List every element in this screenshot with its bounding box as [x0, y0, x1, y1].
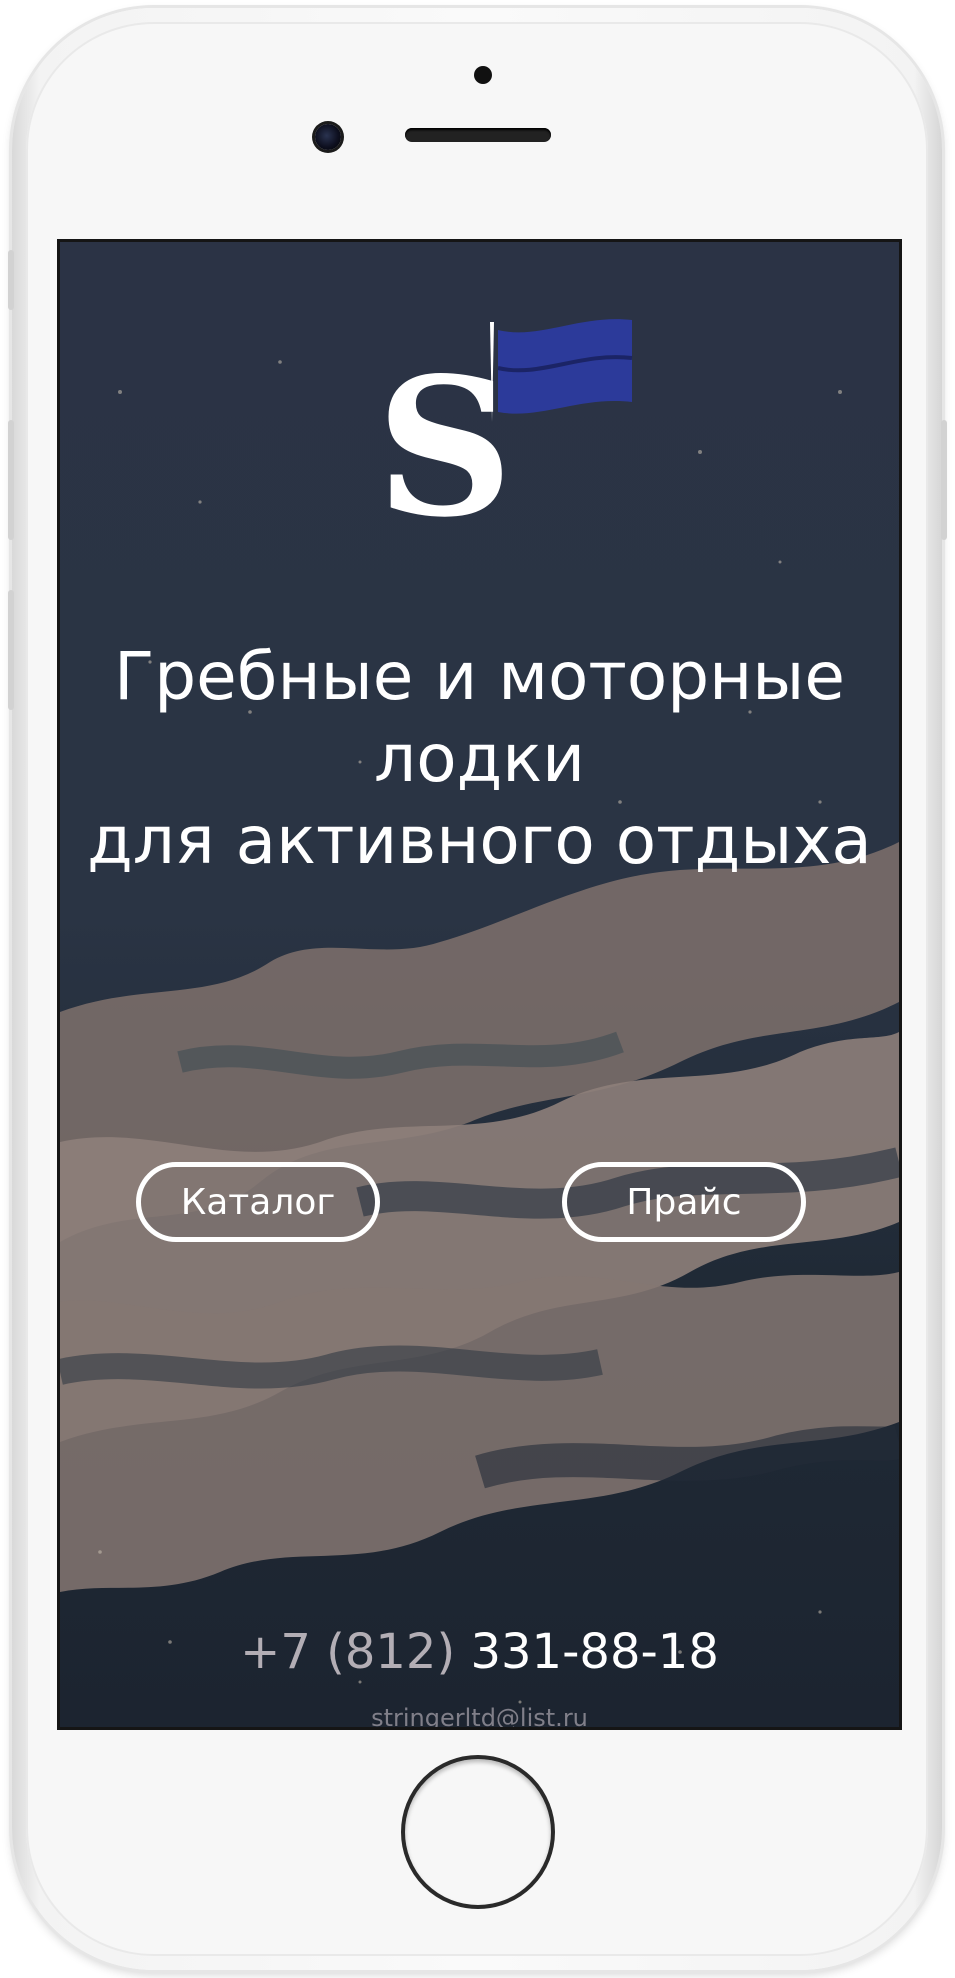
phone-prefix: +7 (812) [240, 1624, 456, 1680]
headline-line-1: Гребные и моторные [114, 638, 845, 716]
stringer-flag-logo: S [380, 319, 633, 522]
price-button[interactable]: Прайс [562, 1162, 806, 1242]
hero-headline: Гребные и моторные лодки для активного о… [60, 636, 899, 882]
volume-down-button [8, 590, 14, 710]
proximity-sensor [474, 66, 492, 84]
svg-text:S: S [380, 336, 513, 522]
mute-switch [8, 250, 14, 310]
power-button [941, 420, 947, 540]
phone-screen: S Гребные и моторные лодки для активного… [60, 242, 899, 1727]
home-button[interactable] [401, 1755, 555, 1909]
phone-main: 331-88-18 [470, 1624, 719, 1680]
front-camera [315, 124, 341, 150]
contact-phone-link[interactable]: +7 (812) 331-88-18 [60, 1624, 899, 1680]
contact-email-link[interactable]: stringerltd@list.ru [60, 1704, 899, 1727]
headline-line-3: для активного отдыха [87, 802, 872, 880]
catalog-button[interactable]: Каталог [136, 1162, 380, 1242]
volume-up-button [8, 420, 14, 540]
headline-line-2: лодки [374, 720, 585, 798]
price-button-label: Прайс [626, 1181, 742, 1223]
earpiece-speaker [405, 128, 551, 142]
catalog-button-label: Каталог [180, 1181, 336, 1223]
